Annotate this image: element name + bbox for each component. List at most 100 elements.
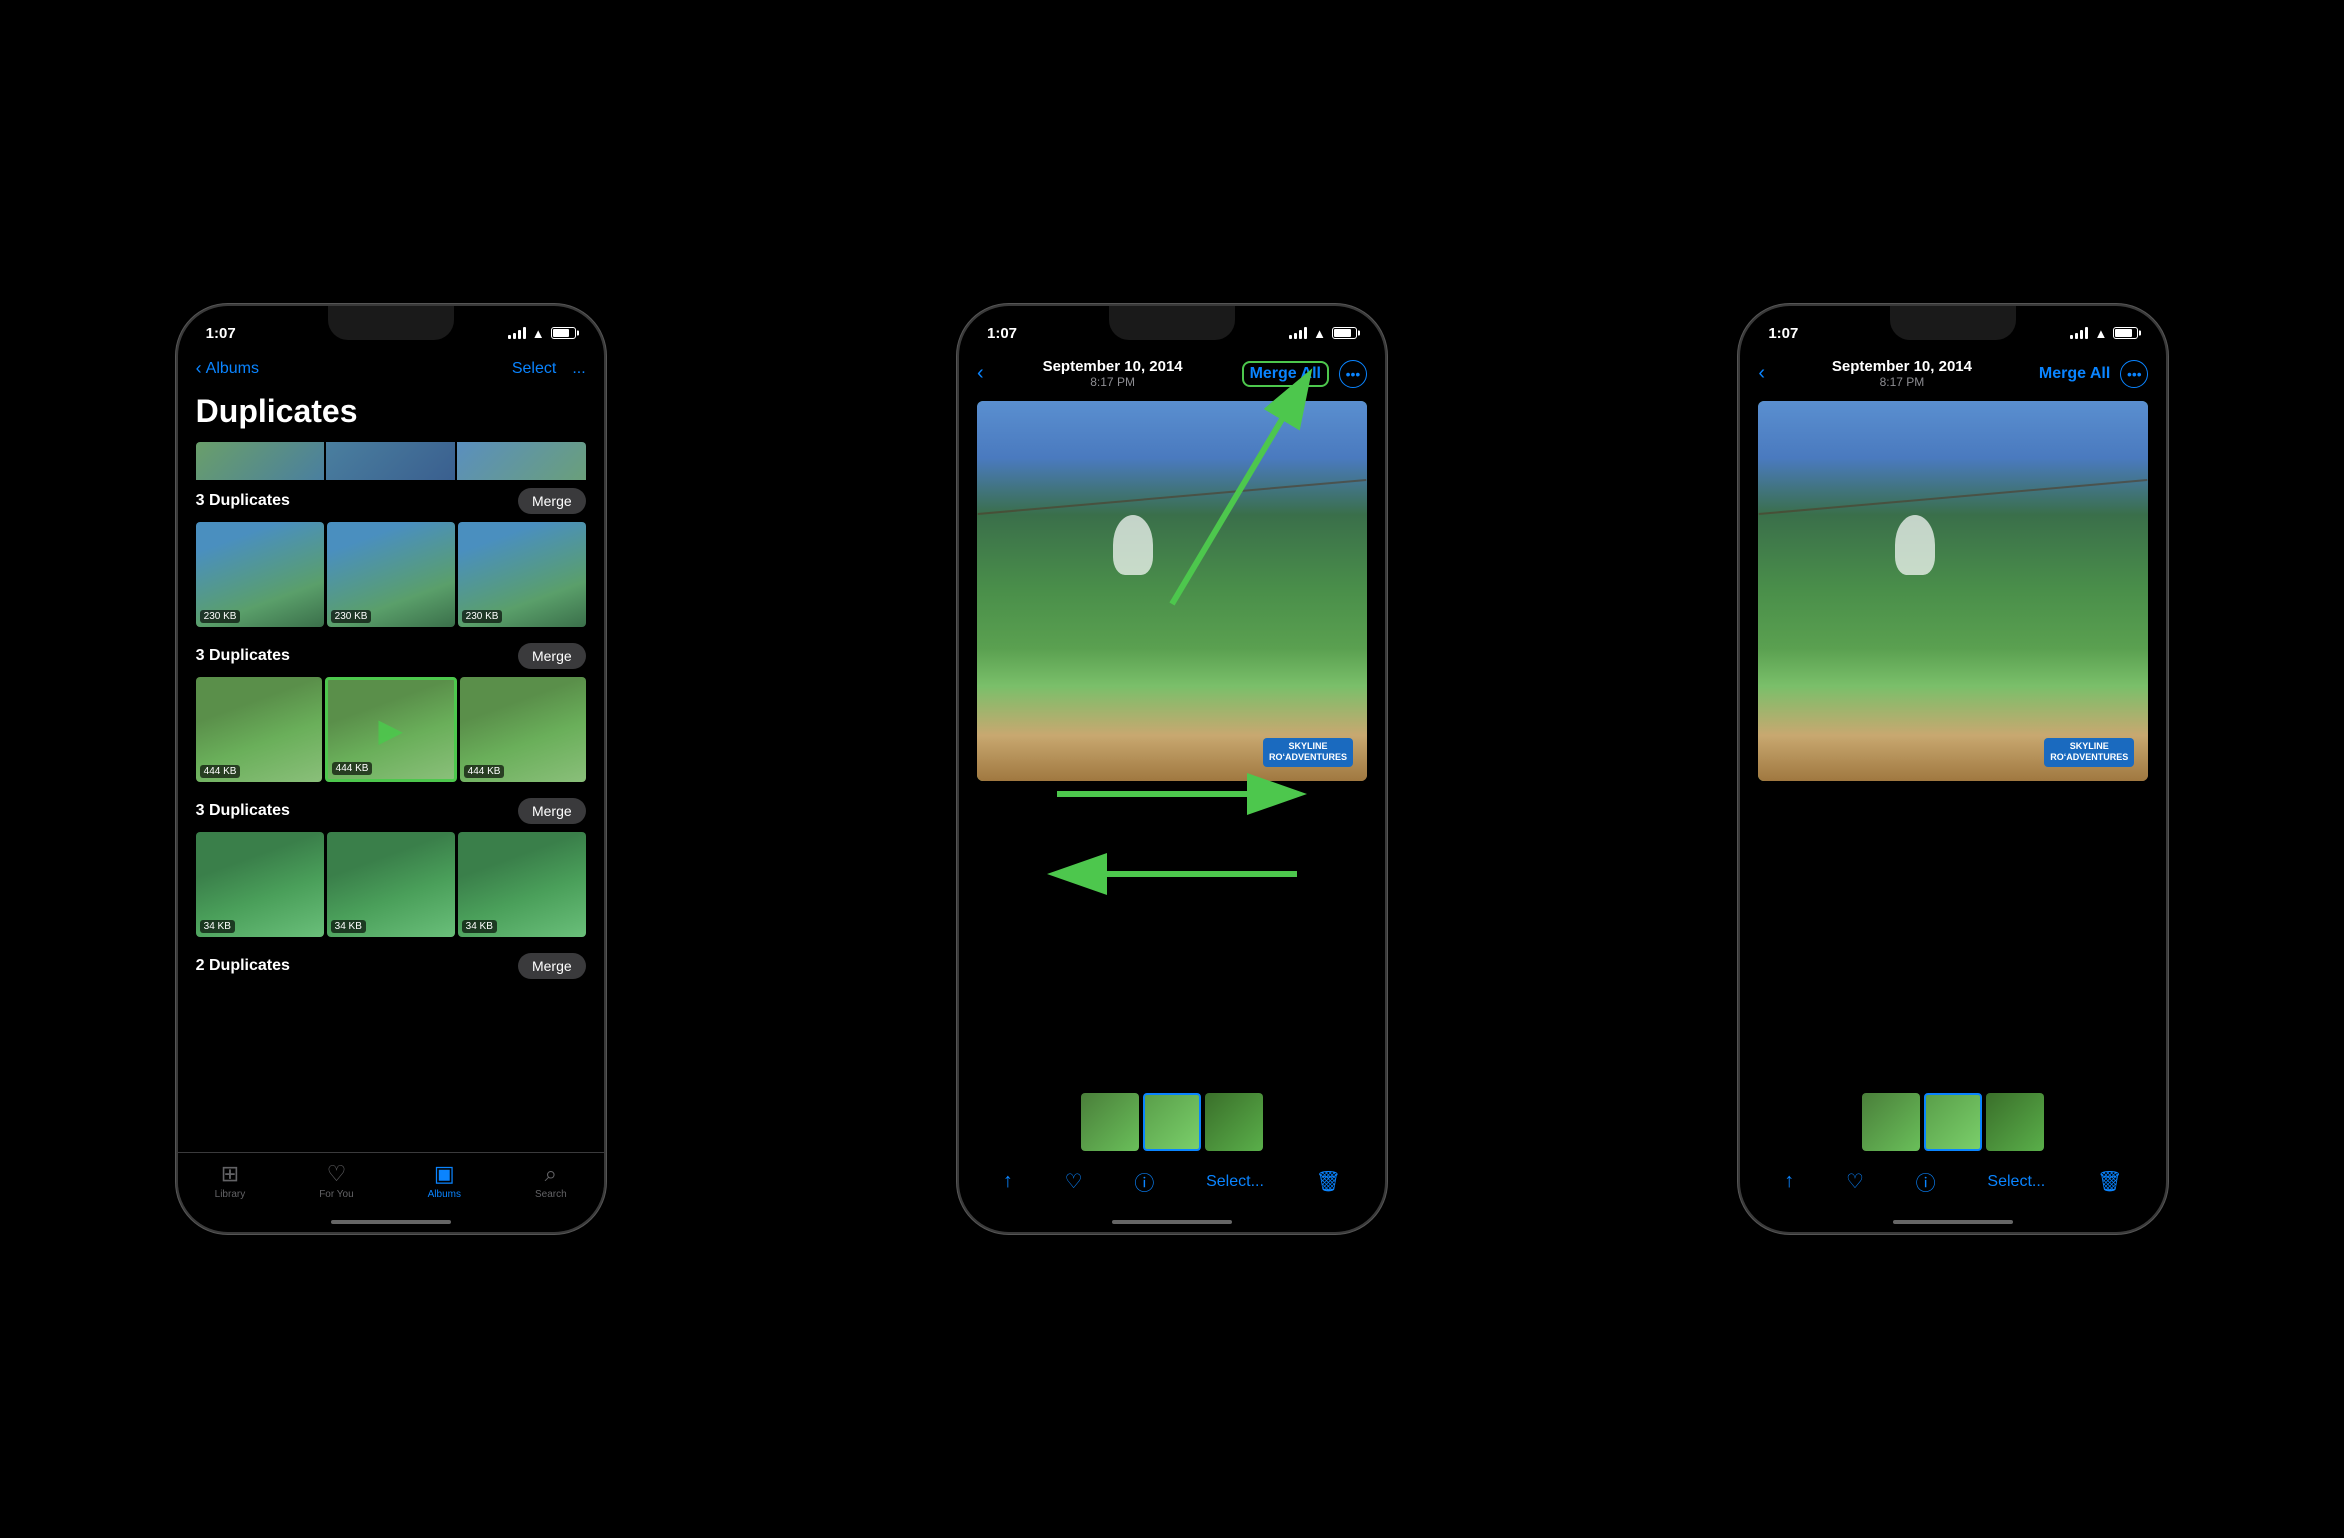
tab-library[interactable]: ⊞ Library xyxy=(215,1161,246,1200)
group-header-3: 2 Duplicates Merge xyxy=(196,953,586,979)
merge-button-2[interactable]: Merge xyxy=(518,798,586,824)
status-icons-2: ▲ xyxy=(1289,326,1357,341)
photo-thumb-0-0[interactable]: 230 KB xyxy=(196,522,324,627)
thumb-2-1[interactable] xyxy=(1143,1093,1201,1151)
status-time-1: 1:07 xyxy=(206,325,236,342)
albums-icon: ▣ xyxy=(434,1161,455,1187)
photo-thumb-2-1[interactable]: 34 KB xyxy=(327,832,455,937)
signal-icon-2 xyxy=(1289,327,1307,339)
group-label-0: 3 Duplicates xyxy=(196,492,290,510)
nav-time-3: 8:17 PM xyxy=(1832,375,1972,389)
top-strip-1 xyxy=(196,442,586,480)
person-silhouette xyxy=(1113,515,1153,575)
share-button-2[interactable]: ↑ xyxy=(1003,1170,1013,1193)
phone-1-screen: 1:07 ▲ xyxy=(178,306,604,1232)
status-bar-1: 1:07 ▲ xyxy=(178,306,604,354)
status-icons-1: ▲ xyxy=(508,326,576,341)
photo-thumb-0-1[interactable]: 230 KB xyxy=(327,522,455,627)
phone-2-screen: 1:07 ▲ xyxy=(959,306,1385,1232)
thumb-3-0[interactable] xyxy=(1862,1093,1920,1151)
tab-search[interactable]: ⌕ Search xyxy=(535,1161,567,1200)
merge-button-3[interactable]: Merge xyxy=(518,953,586,979)
thumb-2-2[interactable] xyxy=(1205,1093,1263,1151)
group-label-2: 3 Duplicates xyxy=(196,802,290,820)
heart-button-3[interactable]: ♡ xyxy=(1846,1169,1864,1194)
phone-2-shell: 1:07 ▲ xyxy=(957,304,1387,1234)
more-button-2[interactable]: ••• xyxy=(1339,360,1367,388)
photo-thumb-2-2[interactable]: 34 KB xyxy=(458,832,586,937)
person-silhouette-3 xyxy=(1895,515,1935,575)
merge-button-0[interactable]: Merge xyxy=(518,488,586,514)
nav-actions-1: Select ... xyxy=(512,360,586,378)
trash-button-3[interactable]: 🗑 xyxy=(2097,1169,2122,1194)
thumb-strip-2 xyxy=(959,1085,1385,1159)
status-bar-2: 1:07 ▲ xyxy=(959,306,1385,354)
merge-button-1[interactable]: Merge xyxy=(518,643,586,669)
tab-albums-label: Albums xyxy=(428,1189,461,1200)
battery-icon-2 xyxy=(1332,327,1357,339)
duplicate-group-0: 3 Duplicates Merge 230 KB 230 KB 230 KB xyxy=(178,480,604,635)
group-label-3: 2 Duplicates xyxy=(196,957,290,975)
nav-right-3: Merge All ••• xyxy=(2039,360,2148,388)
photo-size-0-1: 230 KB xyxy=(331,610,372,623)
home-indicator-1 xyxy=(331,1220,451,1224)
thumb-strip-3 xyxy=(1740,1085,2166,1159)
thumb-3-2[interactable] xyxy=(1986,1093,2044,1151)
share-button-3[interactable]: ↑ xyxy=(1784,1170,1794,1193)
phone-3-screen: 1:07 ▲ xyxy=(1740,306,2166,1232)
phone-1-shell: 1:07 ▲ xyxy=(176,304,606,1234)
nav-date-3: September 10, 2014 xyxy=(1832,358,1972,375)
photo-thumb-0-2[interactable]: 230 KB xyxy=(458,522,586,627)
photo-size-2-0: 34 KB xyxy=(200,920,235,933)
group-header-1: 3 Duplicates Merge xyxy=(196,643,586,669)
bottom-toolbar-3: ↑ ♡ ⓘ Select... 🗑 xyxy=(1740,1159,2166,1220)
photo-size-0-0: 230 KB xyxy=(200,610,241,623)
back-button-2[interactable]: ‹ xyxy=(977,362,984,385)
nav-center-2: September 10, 2014 8:17 PM xyxy=(1043,358,1183,389)
more-button-1[interactable]: ... xyxy=(572,360,585,378)
tab-search-label: Search xyxy=(535,1189,567,1200)
nav-bar-3: ‹ September 10, 2014 8:17 PM Merge All •… xyxy=(1740,354,2166,393)
info-button-3[interactable]: ⓘ xyxy=(1916,1167,1936,1196)
select-button-3[interactable]: Select... xyxy=(1987,1173,2045,1191)
photo-detail-screen-2: 1:07 ▲ xyxy=(959,306,1385,1232)
photo-thumb-2-0[interactable]: 34 KB xyxy=(196,832,324,937)
nav-bar-2: ‹ September 10, 2014 8:17 PM Merge All •… xyxy=(959,354,1385,393)
duplicate-group-2: 3 Duplicates Merge 34 KB 34 KB 34 KB xyxy=(178,790,604,945)
photo-thumb-1-2[interactable]: 444 KB xyxy=(460,677,586,782)
heart-button-2[interactable]: ♡ xyxy=(1065,1169,1083,1194)
merge-all-button-3[interactable]: Merge All xyxy=(2039,365,2110,383)
info-button-2[interactable]: ⓘ xyxy=(1134,1167,1154,1196)
more-button-3[interactable]: ••• xyxy=(2120,360,2148,388)
page-title-1: Duplicates xyxy=(196,393,586,430)
library-icon: ⊞ xyxy=(221,1161,239,1187)
tab-for-you[interactable]: ♡ For You xyxy=(319,1161,353,1200)
nav-right-2: Merge All ••• xyxy=(1242,360,1367,388)
skyline-badge-3: SKYLINEROʻADVENTURES xyxy=(2044,738,2134,767)
photo-size-1-0: 444 KB xyxy=(200,765,241,778)
duplicates-screen: 1:07 ▲ xyxy=(178,306,604,1232)
select-button-2[interactable]: Select... xyxy=(1206,1173,1264,1191)
duplicate-group-3: 2 Duplicates Merge xyxy=(178,945,604,995)
nav-time-2: 8:17 PM xyxy=(1043,375,1183,389)
tab-albums[interactable]: ▣ Albums xyxy=(428,1161,461,1200)
group-header-2: 3 Duplicates Merge xyxy=(196,798,586,824)
select-button-1[interactable]: Select xyxy=(512,360,556,378)
bottom-toolbar-2: ↑ ♡ ⓘ Select... 🗑 xyxy=(959,1159,1385,1220)
back-button-3[interactable]: ‹ xyxy=(1758,362,1765,385)
trash-button-2[interactable]: 🗑 xyxy=(1316,1169,1341,1194)
wifi-icon-2: ▲ xyxy=(1313,326,1326,341)
back-button-1[interactable]: ‹ Albums xyxy=(196,358,259,379)
status-time-2: 1:07 xyxy=(987,325,1017,342)
photo-thumb-1-1[interactable]: 444 KB ▶ xyxy=(325,677,457,782)
wifi-icon-1: ▲ xyxy=(532,326,545,341)
photo-row-1: 444 KB 444 KB ▶ 444 KB xyxy=(196,677,586,782)
battery-icon-1 xyxy=(551,327,576,339)
merge-all-button-2[interactable]: Merge All xyxy=(1242,361,1329,387)
photo-size-2-2: 34 KB xyxy=(462,920,497,933)
thumb-2-0[interactable] xyxy=(1081,1093,1139,1151)
thumb-3-1[interactable] xyxy=(1924,1093,1982,1151)
main-photo-2: SKYLINEROʻADVENTURES xyxy=(977,401,1367,781)
photo-thumb-1-0[interactable]: 444 KB xyxy=(196,677,322,782)
photo-row-0: 230 KB 230 KB 230 KB xyxy=(196,522,586,627)
